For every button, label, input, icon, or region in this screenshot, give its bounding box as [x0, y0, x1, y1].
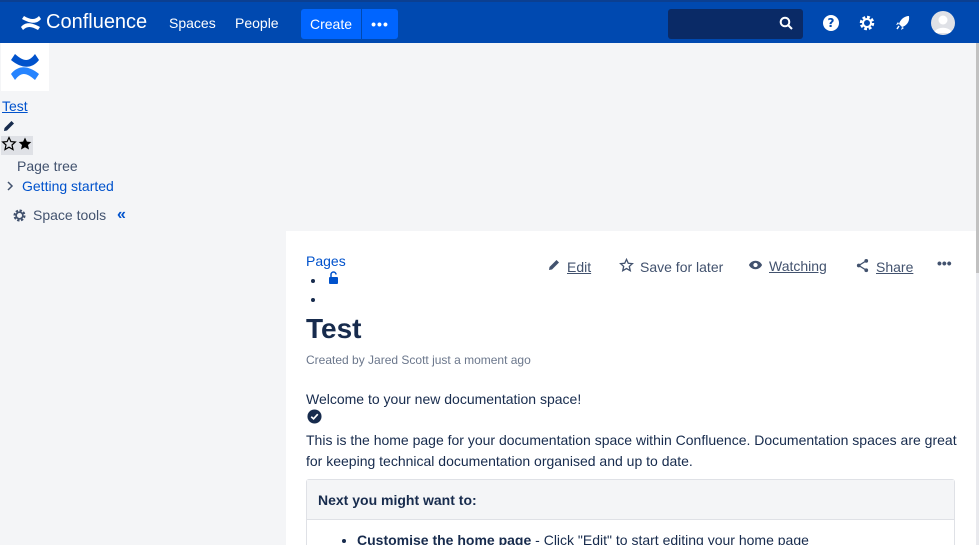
svg-text:?: ?: [828, 16, 835, 30]
tree-item[interactable]: Getting started: [6, 178, 114, 194]
edit-label: Edit: [567, 258, 592, 275]
star-outline-icon: [619, 257, 634, 276]
panel-list: Customise the home page - Click "Edit" t…: [307, 520, 954, 545]
tree-item-label[interactable]: Getting started: [22, 178, 114, 194]
space-name-link[interactable]: Test: [2, 98, 28, 114]
chevron-right-icon[interactable]: [6, 178, 14, 194]
unlock-icon[interactable]: [326, 271, 340, 288]
space-tools-button[interactable]: Space tools: [12, 207, 106, 223]
list-item: Customise the home page - Click "Edit" t…: [357, 532, 954, 545]
edit-button[interactable]: Edit: [547, 258, 591, 275]
search-input[interactable]: [668, 9, 803, 39]
confluence-logo[interactable]: Confluence: [20, 11, 147, 34]
pencil-icon: [547, 258, 561, 275]
next-steps-panel: Next you might want to: Customise the ho…: [306, 479, 955, 545]
star-outline-icon[interactable]: [1, 136, 17, 155]
watching-button[interactable]: Watching: [748, 258, 827, 274]
page-byline: Created by Jared Scott just a moment ago: [306, 353, 531, 367]
save-for-later-button[interactable]: Save for later: [619, 257, 724, 276]
create-button[interactable]: Create: [301, 9, 361, 39]
help-icon[interactable]: ?: [821, 13, 841, 33]
confluence-icon: [21, 15, 41, 30]
create-more-button[interactable]: •••: [362, 9, 398, 39]
confluence-space-icon: [11, 54, 39, 80]
panel-heading: Next you might want to:: [307, 480, 954, 520]
gear-icon: [12, 208, 27, 223]
breadcrumb[interactable]: Pages: [306, 253, 346, 269]
share-button[interactable]: Share: [855, 258, 913, 276]
list-item-text: - Click "Edit" to start editing your hom…: [531, 532, 809, 545]
intro-paragraph: This is the home page for your documenta…: [306, 432, 957, 469]
share-label: Share: [876, 259, 914, 275]
list-item-title: Customise the home page: [357, 532, 532, 545]
more-actions-button[interactable]: •••: [937, 255, 952, 271]
list-item: [326, 291, 340, 311]
watching-label: Watching: [769, 258, 827, 274]
nav-people[interactable]: People: [235, 15, 279, 31]
eye-icon: [748, 258, 763, 274]
pencil-icon[interactable]: [2, 119, 16, 136]
page-title: Test: [306, 313, 362, 344]
favourite-toggle[interactable]: [1, 136, 33, 155]
brand-name: Confluence: [46, 11, 148, 33]
rocket-icon[interactable]: [893, 13, 913, 33]
space-tools-label: Space tools: [33, 207, 107, 223]
gear-icon[interactable]: [857, 13, 877, 33]
nav-spaces[interactable]: Spaces: [169, 15, 216, 31]
collapse-sidebar-icon[interactable]: «: [117, 206, 126, 224]
top-navigation: Confluence Spaces People Create ••• ?: [0, 0, 979, 43]
page-tree-heading: Page tree: [17, 158, 78, 174]
save-label: Save for later: [640, 259, 724, 275]
page-metadata-list: [326, 271, 340, 311]
share-icon: [855, 258, 870, 276]
check-circle-icon: [307, 409, 322, 427]
list-item: [326, 271, 340, 291]
welcome-text: Welcome to your new documentation space!: [306, 391, 582, 407]
main-content: Pages Edit Save for later Watching Share…: [286, 231, 976, 545]
avatar[interactable]: [931, 11, 955, 35]
star-filled-icon[interactable]: [17, 136, 33, 155]
search-icon: [779, 16, 793, 33]
space-logo[interactable]: [1, 43, 49, 91]
